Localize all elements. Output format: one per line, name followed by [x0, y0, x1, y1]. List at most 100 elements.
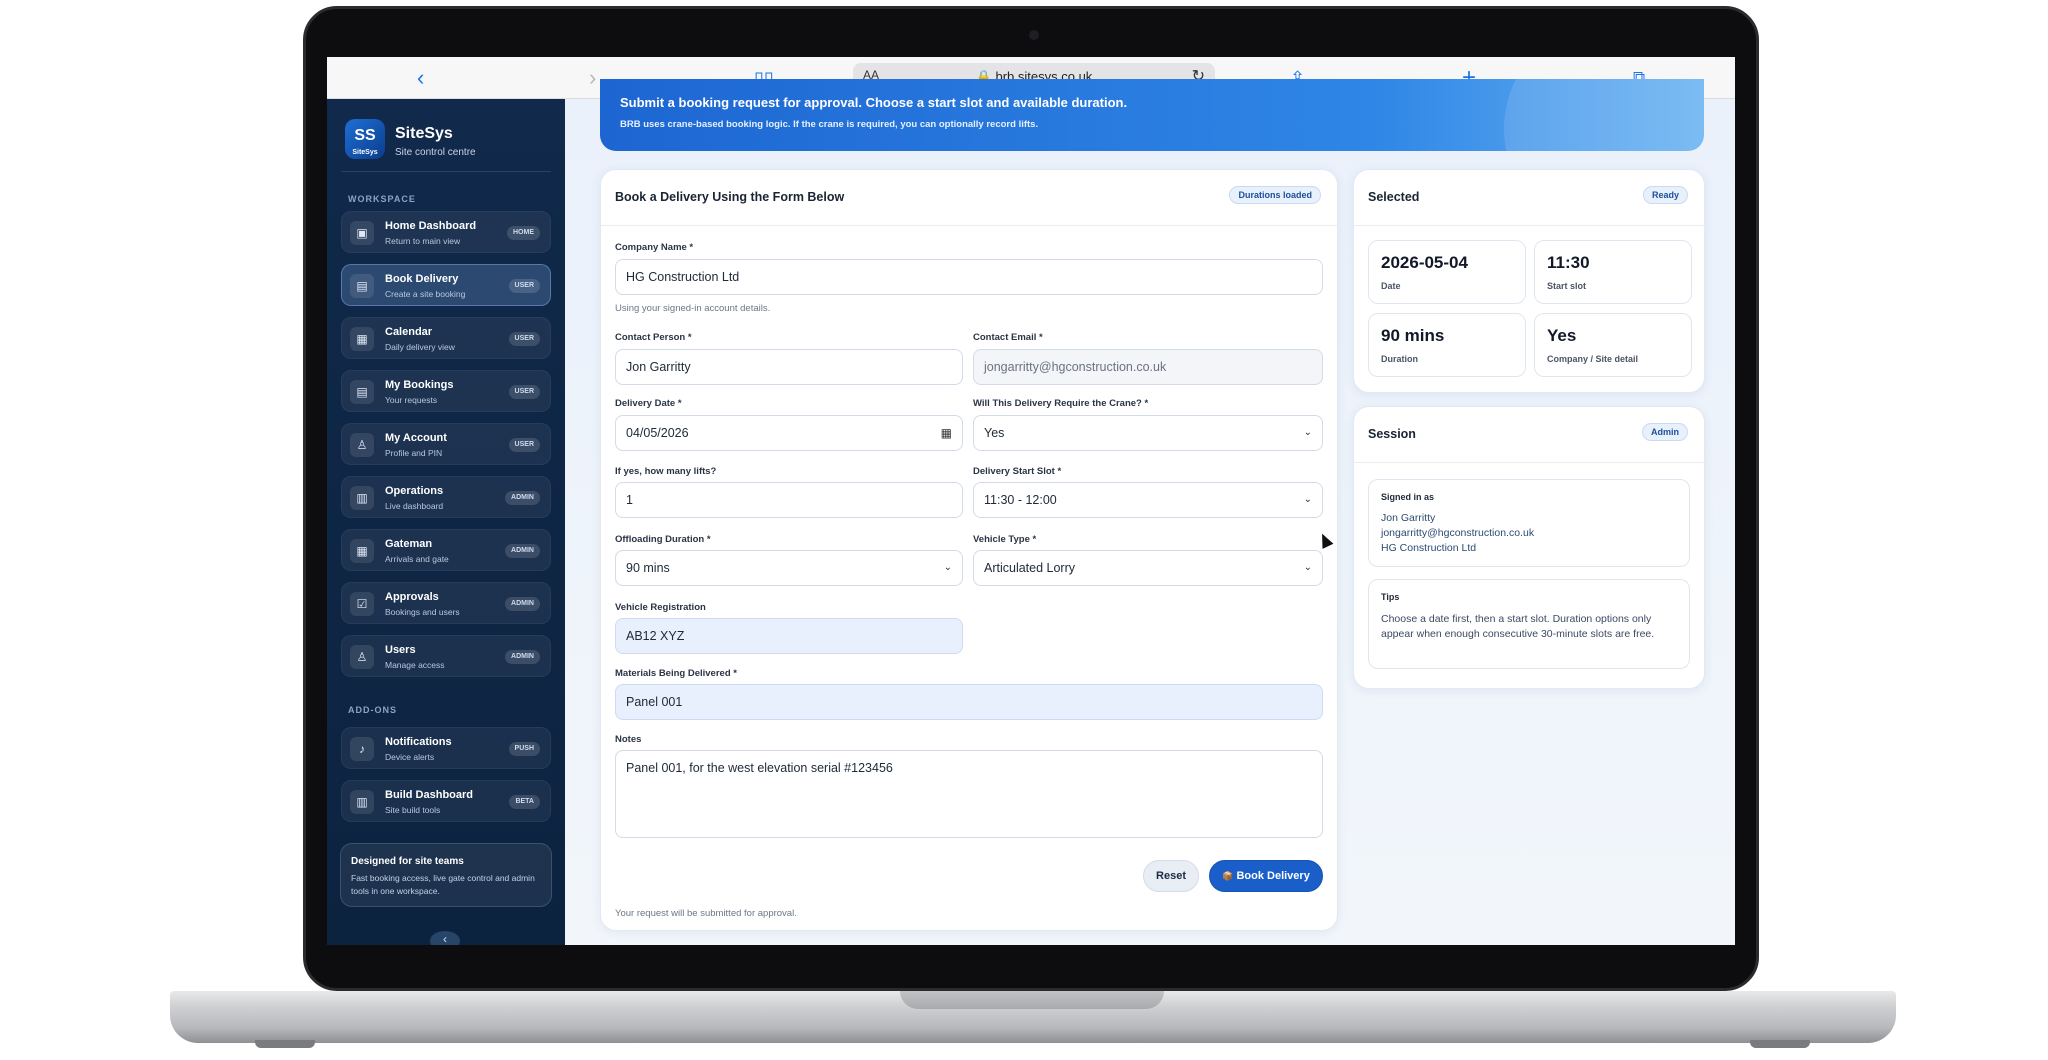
calendar-icon[interactable]: ▦ — [941, 416, 952, 450]
sidebar: SS SiteSys SiteSys Site control centre W… — [327, 99, 565, 945]
chart-icon: ▥ — [350, 486, 374, 510]
contact-email-label: Contact Email * — [973, 332, 1043, 343]
sidebar-item-notifications[interactable]: ♪ Notifications Device alerts PUSH — [341, 727, 551, 769]
lifts-field[interactable]: 1 — [615, 482, 963, 518]
stat-value: 2026-05-04 — [1381, 253, 1468, 272]
contact-email-field[interactable]: jongarritty@hgconstruction.co.uk — [973, 349, 1323, 385]
divider — [1354, 462, 1706, 463]
sidebar-item-sub: Create a site booking — [385, 289, 466, 299]
book-delivery-button[interactable]: 📦 Book Delivery — [1209, 860, 1323, 892]
form-title: Book a Delivery Using the Form Below — [615, 190, 845, 204]
delivery-date-field[interactable]: 04/05/2026 ▦ — [615, 415, 963, 451]
reset-button[interactable]: Reset — [1143, 860, 1199, 892]
brand-name: SiteSys — [395, 125, 453, 142]
sidebar-item-my-account[interactable]: ♙ My Account Profile and PIN USER — [341, 423, 551, 465]
sidebar-item-operations[interactable]: ▥ Operations Live dashboard ADMIN — [341, 476, 551, 518]
home-icon: ▣ — [350, 221, 374, 245]
booking-form-card: Book a Delivery Using the Form Below Dur… — [600, 169, 1339, 931]
user-company: HG Construction Ltd — [1381, 542, 1477, 554]
laptop-notch — [900, 991, 1164, 1009]
sidebar-item-book-delivery[interactable]: ▤ Book Delivery Create a site booking US… — [341, 264, 551, 306]
divider — [341, 171, 551, 172]
company-label: Company Name * — [615, 242, 694, 253]
page-banner: Submit a booking request for approval. C… — [600, 79, 1704, 151]
stat-company-site: Yes Company / Site detail — [1534, 313, 1692, 377]
account-hint: Using your signed-in account details. — [615, 303, 771, 314]
laptop-foot — [255, 1040, 315, 1048]
selected-card: Selected Ready 2026-05-04 Date 11:30 Sta… — [1353, 169, 1706, 393]
sidebar-item-badge: USER — [508, 279, 540, 293]
sidebar-item-title: Gateman — [385, 538, 433, 550]
session-card: Session Admin Signed in as Jon Garritty … — [1353, 406, 1706, 689]
signed-in-label: Signed in as — [1381, 492, 1435, 502]
stat-value: Yes — [1547, 326, 1577, 345]
notes-label: Notes — [615, 734, 642, 745]
user-icon: ♙ — [350, 433, 374, 457]
sidebar-item-title: My Bookings — [385, 379, 454, 391]
delivery-date-label: Delivery Date * — [615, 398, 682, 409]
sidebar-item-sub: Return to main view — [385, 236, 461, 246]
sidebar-item-title: Approvals — [385, 591, 439, 603]
sidebar-item-badge: USER — [508, 332, 540, 346]
screen: ‹ › ▯▯ AA 🔒 brb.sitesys.co.uk ↻ ⇪ + ⧉ SS… — [327, 57, 1735, 945]
checkbox-icon: ☑ — [350, 592, 374, 616]
duration-value: 90 mins — [626, 561, 670, 575]
sidebar-item-badge: USER — [508, 438, 540, 452]
status-badge: Durations loaded — [1229, 186, 1321, 204]
sidebar-item-calendar[interactable]: ▦ Calendar Daily delivery view USER — [341, 317, 551, 359]
promo-title: Designed for site teams — [351, 856, 464, 867]
chevron-down-icon: ⌄ — [1303, 494, 1312, 505]
divider — [601, 225, 1339, 226]
user-name: Jon Garritty — [1381, 512, 1436, 524]
camera — [1029, 30, 1039, 40]
duration-label: Offloading Duration * — [615, 534, 711, 545]
stat-date: 2026-05-04 Date — [1368, 240, 1526, 304]
building-icon: ▦ — [350, 539, 374, 563]
duration-select[interactable]: 90 mins ⌄ — [615, 550, 963, 586]
sidebar-item-title: Calendar — [385, 326, 433, 338]
sidebar-item-title: Notifications — [385, 736, 452, 748]
forward-icon[interactable]: › — [589, 57, 596, 99]
stat-label: Date — [1381, 281, 1401, 291]
sidebar-item-approvals[interactable]: ☑ Approvals Bookings and users ADMIN — [341, 582, 551, 624]
sidebar-item-sub: Manage access — [385, 660, 445, 670]
box-icon: 📦 — [1222, 871, 1234, 881]
crane-select[interactable]: Yes ⌄ — [973, 415, 1323, 451]
back-icon[interactable]: ‹ — [417, 57, 424, 99]
company-field[interactable]: HG Construction Ltd — [615, 259, 1323, 295]
sidebar-item-gateman[interactable]: ▦ Gateman Arrivals and gate ADMIN — [341, 529, 551, 571]
session-title: Session — [1368, 427, 1416, 441]
sidebar-item-sub: Your requests — [385, 395, 438, 405]
materials-field[interactable]: Panel 001 — [615, 684, 1323, 720]
tools-icon: ▥ — [350, 790, 374, 814]
crane-label: Will This Delivery Require the Crane? * — [973, 398, 1149, 409]
start-slot-select[interactable]: 11:30 - 12:00 ⌄ — [973, 482, 1323, 518]
collapse-sidebar-button[interactable]: ‹ — [430, 931, 460, 945]
vehicle-type-select[interactable]: Articulated Lorry ⌄ — [973, 550, 1323, 586]
sidebar-item-users[interactable]: ♙ Users Manage access ADMIN — [341, 635, 551, 677]
brand-subtitle: Site control centre — [395, 147, 476, 158]
sidebar-item-badge: ADMIN — [505, 544, 540, 558]
submit-hint: Your request will be submitted for appro… — [615, 908, 797, 919]
sidebar-item-title: Operations — [385, 485, 444, 497]
sidebar-item-sub: Bookings and users — [385, 607, 460, 617]
vehicle-registration-field[interactable]: AB12 XYZ — [615, 618, 963, 654]
start-slot-label: Delivery Start Slot * — [973, 466, 1062, 477]
sidebar-item-badge: USER — [508, 385, 540, 399]
sidebar-item-my-bookings[interactable]: ▤ My Bookings Your requests USER — [341, 370, 551, 412]
section-addons: ADD-ONS — [348, 705, 397, 715]
contact-person-field[interactable]: Jon Garritty — [615, 349, 963, 385]
notes-textarea[interactable]: Panel 001, for the west elevation serial… — [615, 750, 1323, 838]
selected-title: Selected — [1368, 190, 1420, 204]
sidebar-item-home-dashboard[interactable]: ▣ Home Dashboard Return to main view HOM… — [341, 211, 551, 253]
document-icon: ▤ — [350, 274, 374, 298]
users-icon: ♙ — [350, 645, 374, 669]
sidebar-item-badge: PUSH — [508, 742, 540, 756]
section-workspace: WORKSPACE — [348, 194, 416, 204]
sidebar-item-badge: BETA — [509, 795, 540, 809]
ready-badge: Ready — [1642, 186, 1688, 204]
sidebar-item-build-dashboard[interactable]: ▥ Build Dashboard Site build tools BETA — [341, 780, 551, 822]
sidebar-item-title: Home Dashboard — [385, 220, 477, 232]
main-content: Submit a booking request for approval. C… — [565, 79, 1735, 945]
crane-value: Yes — [984, 426, 1005, 440]
